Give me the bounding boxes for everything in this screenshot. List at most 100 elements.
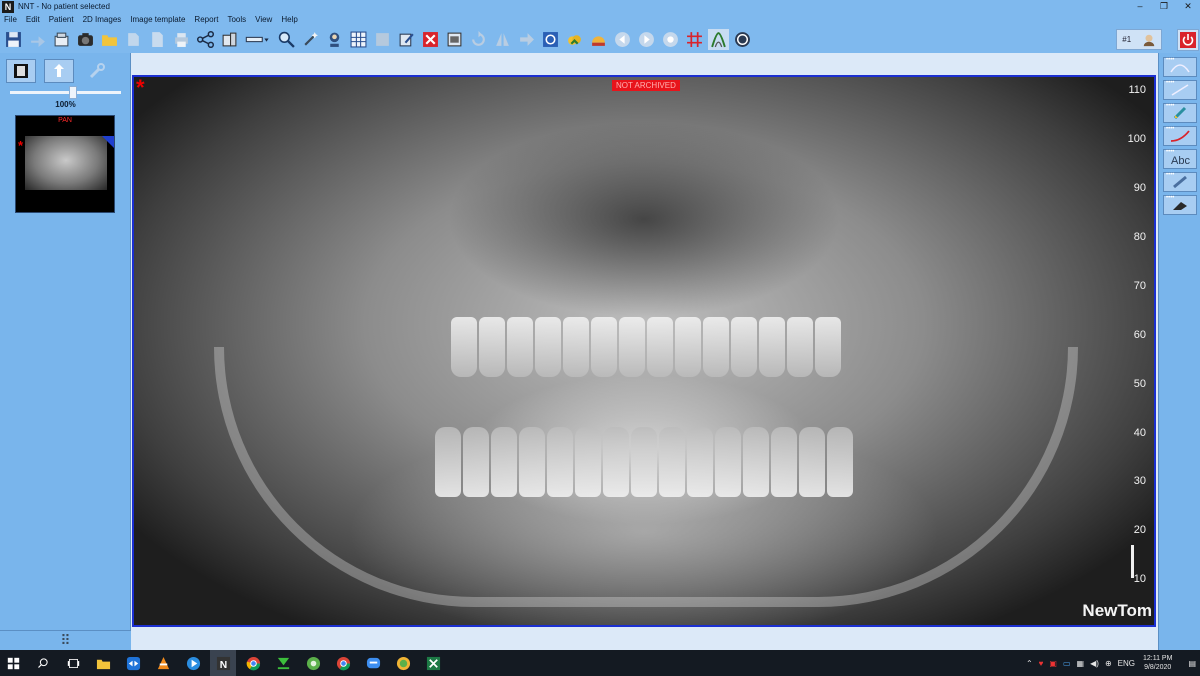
share-icon — [197, 31, 214, 48]
tray-security-icon[interactable]: ♥ — [1039, 659, 1044, 668]
sort-dropdown[interactable] — [44, 59, 74, 83]
next-button[interactable] — [636, 29, 657, 50]
import-button[interactable] — [123, 29, 144, 50]
minimize-button[interactable]: – — [1128, 0, 1152, 13]
taskbar-nnt[interactable]: N — [210, 650, 236, 676]
export-button[interactable] — [27, 29, 48, 50]
edit-image-button[interactable] — [396, 29, 417, 50]
print-button[interactable] — [171, 29, 192, 50]
tray-language[interactable]: ENG — [1118, 659, 1135, 668]
taskbar-download-app[interactable] — [270, 650, 296, 676]
line-tool-button[interactable]: •••• — [1163, 80, 1197, 100]
previous-button[interactable] — [612, 29, 633, 50]
taskbar-chrome-2[interactable] — [330, 650, 356, 676]
image-type-dropdown[interactable] — [6, 59, 36, 83]
taskbar-clock[interactable]: 12:11 PM 9/8/2020 — [1143, 654, 1172, 672]
nerve-tracing-button[interactable] — [708, 29, 729, 50]
flip-button[interactable] — [492, 29, 513, 50]
tray-network-icon[interactable]: ▦ — [1077, 659, 1085, 668]
scan-button[interactable] — [51, 29, 72, 50]
rotate-icon — [472, 31, 485, 46]
image-thumbnail[interactable]: PAN * — [15, 115, 115, 213]
ruler-tick: 40 — [1133, 427, 1146, 439]
layout-button[interactable] — [372, 29, 393, 50]
menu-image-template[interactable]: Image template — [130, 15, 185, 24]
delete-button[interactable] — [420, 29, 441, 50]
zoom-button[interactable] — [276, 29, 297, 50]
menu-report[interactable]: Report — [194, 15, 218, 24]
arc-tool-button[interactable]: •••• — [1163, 57, 1197, 77]
save-button[interactable] — [3, 29, 24, 50]
menu-edit[interactable]: Edit — [26, 15, 40, 24]
gear-icon — [543, 32, 558, 47]
toolbar-right: #1 — [1116, 26, 1200, 53]
center-button[interactable] — [660, 29, 681, 50]
tray-app-icon[interactable]: ▣ — [1049, 659, 1057, 668]
document-button[interactable] — [147, 29, 168, 50]
taskbar-explorer[interactable] — [90, 650, 116, 676]
next-image-button[interactable] — [516, 29, 537, 50]
taskbar-media-player[interactable] — [180, 650, 206, 676]
open-folder-button[interactable] — [99, 29, 120, 50]
zoom-slider-handle[interactable] — [69, 86, 78, 99]
tray-volume-icon[interactable]: ◀) — [1090, 659, 1099, 668]
image-viewer[interactable]: * NOT ARCHIVED 110 100 90 80 70 60 50 40… — [132, 75, 1156, 627]
menu-help[interactable]: Help — [281, 15, 297, 24]
image-info-button[interactable] — [444, 29, 465, 50]
menu-patient[interactable]: Patient — [49, 15, 74, 24]
help-button[interactable] — [732, 29, 753, 50]
taskbar-app-green[interactable] — [300, 650, 326, 676]
menu-view[interactable]: View — [255, 15, 272, 24]
start-button[interactable] — [0, 650, 26, 676]
tray-overflow-icon[interactable]: ⌃ — [1026, 659, 1033, 668]
measure-tool-dropdown[interactable] — [243, 29, 273, 50]
rotate-button[interactable] — [468, 29, 489, 50]
document-icon — [152, 32, 163, 47]
taskbar-zalo[interactable] — [360, 650, 386, 676]
text-tool-button[interactable]: •••• Abc — [1163, 149, 1197, 169]
measurement-ruler: 110 100 90 80 70 60 50 40 30 20 10 — [1108, 77, 1154, 625]
patient-search-button[interactable] — [324, 29, 345, 50]
settings-button[interactable] — [540, 29, 561, 50]
unsaved-marker: * — [136, 75, 145, 100]
tools-button[interactable] — [82, 59, 112, 83]
curve-tool-button[interactable]: •••• — [1163, 126, 1197, 146]
overlay-grid-button[interactable] — [684, 29, 705, 50]
ai-button[interactable] — [588, 29, 609, 50]
upload-cloud-button[interactable] — [564, 29, 585, 50]
close-button[interactable]: ✕ — [1176, 0, 1200, 13]
ruler-tick: 70 — [1133, 280, 1146, 292]
device-button[interactable] — [219, 29, 240, 50]
menu-tools[interactable]: Tools — [227, 15, 246, 24]
taskbar-chrome[interactable] — [240, 650, 266, 676]
implant-tool-button[interactable]: •••• — [1163, 103, 1197, 123]
tool-button[interactable] — [300, 29, 321, 50]
taskbar-teamviewer[interactable] — [120, 650, 146, 676]
panel-handle-icon[interactable]: ⠿ — [0, 630, 131, 650]
exit-button[interactable] — [1177, 28, 1199, 51]
grid-button[interactable] — [348, 29, 369, 50]
circle-right-icon — [639, 32, 654, 47]
chat-app-icon — [366, 657, 380, 668]
patient-selector[interactable]: #1 — [1116, 29, 1162, 50]
wand-icon — [304, 32, 318, 46]
taskbar-app-orange[interactable] — [390, 650, 416, 676]
annotation-tools-panel: •••• •••• •••• •••• •••• Abc •••• •••• — [1158, 53, 1200, 650]
system-tray: ⌃ ♥ ▣ ▭ ▦ ◀) ⊕ ENG 12:11 PM 9/8/2020 ▤ — [1020, 650, 1196, 676]
task-view-button[interactable] — [60, 650, 86, 676]
menu-file[interactable]: File — [4, 15, 17, 24]
camera-button[interactable] — [75, 29, 96, 50]
notification-center-icon[interactable]: ▤ — [1188, 659, 1196, 668]
zoom-slider-track[interactable] — [10, 91, 121, 94]
eraser-tool-button[interactable]: •••• — [1163, 195, 1197, 215]
restore-button[interactable]: ❐ — [1152, 0, 1176, 13]
taskbar-search-button[interactable] — [30, 650, 56, 676]
thumbnail-preview — [25, 136, 107, 190]
tray-wifi-icon[interactable]: ⊕ — [1105, 659, 1112, 668]
menu-2d-images[interactable]: 2D Images — [83, 15, 122, 24]
share-button[interactable] — [195, 29, 216, 50]
taskbar-excel[interactable] — [420, 650, 446, 676]
pen-tool-button[interactable]: •••• — [1163, 172, 1197, 192]
taskbar-vlc[interactable] — [150, 650, 176, 676]
tray-chat-icon[interactable]: ▭ — [1063, 659, 1071, 668]
